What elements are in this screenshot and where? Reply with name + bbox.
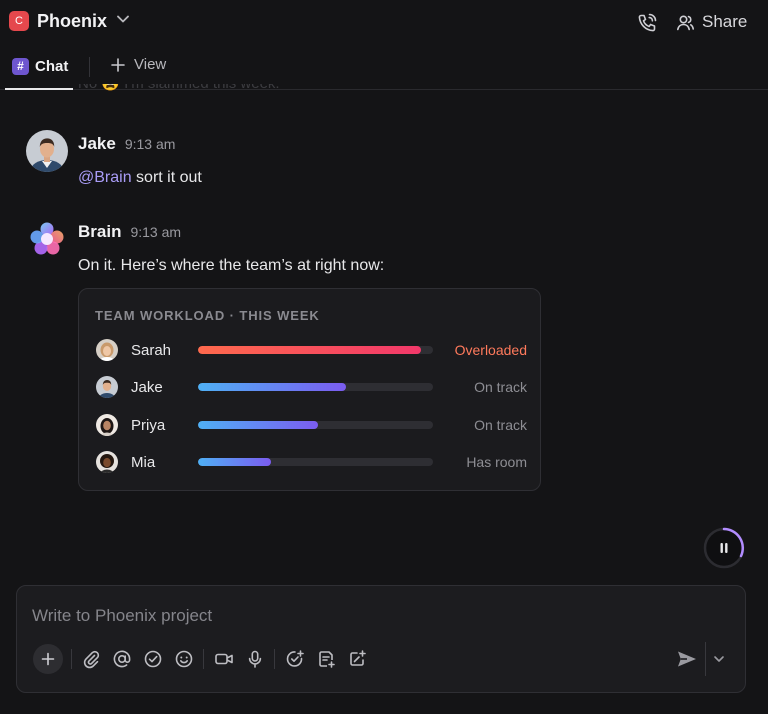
pause-button[interactable] <box>703 527 745 569</box>
app-window: C Phoenix Share # Chat View No 😩 I'm <box>0 0 768 714</box>
at-sign-icon[interactable] <box>110 647 134 671</box>
project-badge[interactable]: C <box>9 11 29 31</box>
avatar[interactable] <box>96 414 118 436</box>
workload-bar-fill <box>198 458 271 466</box>
workload-bar-fill <box>198 383 347 391</box>
workload-row: Sarah Overloaded <box>79 338 542 362</box>
workload-status: Overloaded <box>454 342 527 358</box>
plus-icon <box>110 57 126 73</box>
member-name: Mia <box>131 454 156 471</box>
message-header: Jake 9:13 am <box>78 134 175 154</box>
workload-row: Priya On track <box>79 413 542 437</box>
message-body: sort it out <box>131 169 202 186</box>
message-brain: Brain 9:13 am On it. Here’s where the te… <box>26 218 546 282</box>
workload-bar <box>198 346 433 354</box>
team-workload-card: TEAM WORKLOAD · THIS WEEK Sarah Overload… <box>78 288 541 491</box>
brain-logo-icon[interactable] <box>26 218 68 260</box>
tab-chat[interactable]: # Chat <box>5 44 73 90</box>
workload-bar <box>198 421 433 429</box>
previous-message-text: No 😩 I'm slammed this week. <box>78 84 280 98</box>
card-title: TEAM WORKLOAD · THIS WEEK <box>95 308 320 323</box>
author-name[interactable]: Brain <box>78 222 121 242</box>
doc-add-icon[interactable] <box>314 647 338 671</box>
chevron-down-icon[interactable] <box>115 11 131 27</box>
add-attachment-button[interactable] <box>33 644 63 674</box>
share-label: Share <box>702 12 748 31</box>
member-name: Sarah <box>131 342 172 359</box>
message-text: On it. Here’s where the team’s at right … <box>78 257 385 274</box>
avatar[interactable] <box>96 376 118 398</box>
add-view-button[interactable]: View <box>110 56 166 73</box>
workload-bar-fill <box>198 421 318 429</box>
toolbar-divider <box>71 649 72 669</box>
toolbar-divider <box>203 649 204 669</box>
plus-icon <box>41 652 55 666</box>
check-circle-icon[interactable] <box>141 647 165 671</box>
avatar[interactable] <box>26 130 68 172</box>
tab-divider <box>89 57 90 77</box>
project-name[interactable]: Phoenix <box>37 11 107 32</box>
message-header: Brain 9:13 am <box>78 222 181 242</box>
share-button[interactable]: Share <box>676 11 747 33</box>
workload-status: On track <box>474 417 527 433</box>
smile-icon[interactable] <box>172 647 196 671</box>
add-view-label: View <box>134 56 167 73</box>
workload-bar <box>198 458 433 466</box>
avatar[interactable] <box>96 339 118 361</box>
toolbar-divider <box>274 649 275 669</box>
timestamp: 9:13 am <box>130 224 182 240</box>
timestamp: 9:13 am <box>124 136 176 152</box>
video-icon[interactable] <box>212 647 236 671</box>
workload-status: On track <box>474 379 527 395</box>
workload-bar <box>198 383 433 391</box>
top-bar: C Phoenix Share <box>0 0 768 44</box>
phone-call-icon[interactable] <box>636 12 658 34</box>
paperclip-icon[interactable] <box>79 647 103 671</box>
avatar[interactable] <box>96 451 118 473</box>
send-icon[interactable] <box>673 645 701 673</box>
member-name: Jake <box>131 379 163 396</box>
users-icon <box>676 13 695 32</box>
message-text: @Brain sort it out <box>78 169 202 187</box>
author-name[interactable]: Jake <box>78 134 116 154</box>
wand-add-icon[interactable] <box>345 647 369 671</box>
task-add-icon[interactable] <box>283 647 307 671</box>
chevron-down-icon[interactable] <box>707 647 731 671</box>
tab-chat-label: Chat <box>35 57 69 75</box>
mention-link[interactable]: @Brain <box>78 169 132 186</box>
workload-status: Has room <box>466 454 527 470</box>
workload-row: Mia Has room <box>79 450 542 474</box>
message-composer <box>16 585 746 693</box>
message-jake: Jake 9:13 am @Brain sort it out <box>26 130 526 194</box>
toolbar-divider <box>705 642 706 676</box>
microphone-icon[interactable] <box>243 647 267 671</box>
workload-bar-fill <box>198 346 422 354</box>
hash-icon: # <box>12 57 29 75</box>
member-name: Priya <box>131 417 166 434</box>
workload-row: Jake On track <box>79 375 542 399</box>
message-input[interactable] <box>32 605 672 627</box>
